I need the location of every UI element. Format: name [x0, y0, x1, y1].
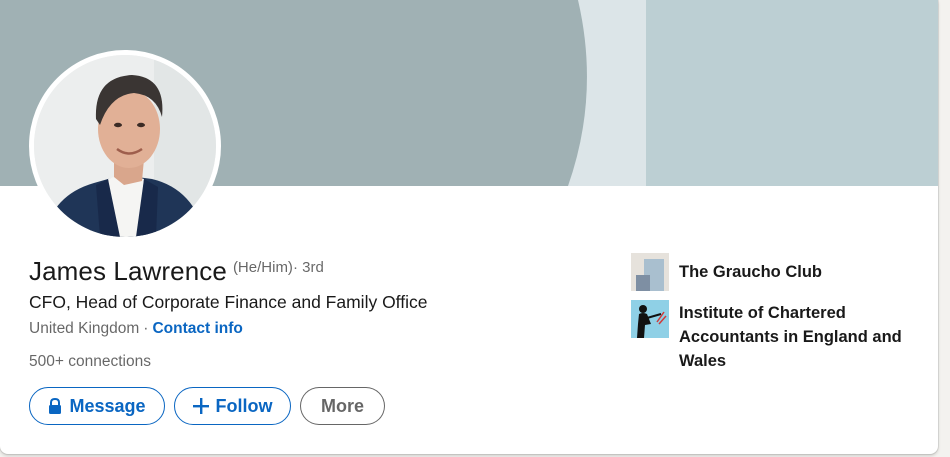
profile-actions: Message Follow More: [29, 387, 385, 425]
contact-info-link[interactable]: Contact info: [152, 320, 242, 337]
pronouns: (He/Him): [232, 259, 293, 276]
location: United Kingdom: [29, 320, 140, 337]
profile-card: James Lawrence (He/Him) · 3rd CFO, Head …: [0, 0, 938, 454]
message-button[interactable]: Message: [29, 387, 165, 425]
plus-icon: [192, 398, 209, 414]
organization-graucho-club[interactable]: The Graucho Club: [631, 253, 822, 291]
name-row: James Lawrence (He/Him) · 3rd: [29, 256, 324, 287]
follow-button[interactable]: Follow: [174, 387, 291, 425]
follow-label: Follow: [215, 395, 273, 416]
message-label: Message: [69, 395, 146, 416]
organization-name: The Graucho Club: [679, 263, 823, 281]
profile-headline: CFO, Head of Corporate Finance and Famil…: [29, 292, 428, 312]
location-row: United Kingdom · Contact info: [29, 320, 243, 338]
icaew-logo: [631, 300, 669, 338]
profile-photo[interactable]: [29, 50, 221, 242]
connection-degree: · 3rd: [292, 259, 324, 276]
separator: ·: [143, 320, 149, 337]
profile-name: James Lawrence: [29, 256, 227, 286]
connections-count: 500+ connections: [29, 353, 151, 370]
graucho-club-logo: [631, 253, 669, 291]
organization-name: Institute of Chartered Accountants in En…: [679, 304, 902, 370]
more-button[interactable]: More: [300, 387, 385, 425]
organization-icaew[interactable]: Institute of Chartered Accountants in En…: [631, 300, 907, 373]
lock-icon: [48, 398, 62, 414]
